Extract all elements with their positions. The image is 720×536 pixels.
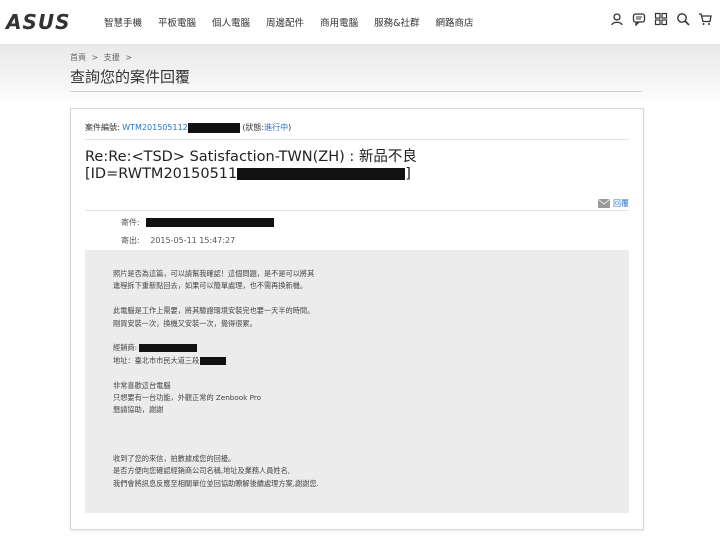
message-line: 經銷商: bbox=[113, 342, 319, 354]
message-line: 照片是否為這篇，可以請幫我確認！這個問題，是不是可以將其 bbox=[113, 269, 315, 278]
compare-icon[interactable] bbox=[654, 12, 668, 26]
message-line: 懇請協助，謝謝 bbox=[113, 405, 164, 415]
nav-item-phones[interactable]: 智慧手機 bbox=[104, 15, 142, 29]
breadcrumb-separator: > bbox=[91, 53, 99, 62]
divider bbox=[85, 210, 629, 211]
message-line: 地址：臺北市市民大道三段 bbox=[113, 355, 319, 367]
from-label: 寄件: bbox=[121, 218, 140, 227]
nav-item-tablets[interactable]: 平板電腦 bbox=[158, 15, 196, 29]
title-divider bbox=[70, 91, 642, 92]
subject-line-1: Re:Re:<TSD> Satisfaction-TWN(ZH) : 新品不良 bbox=[85, 149, 417, 165]
cart-icon[interactable] bbox=[698, 12, 712, 26]
message-line: 收到了您的來信，拍數據成您的回擾。 bbox=[113, 453, 236, 463]
nav-item-accessories[interactable]: 周邊配件 bbox=[266, 15, 304, 29]
case-number[interactable]: WTM201505112 bbox=[122, 123, 188, 132]
redaction-bar bbox=[237, 168, 406, 180]
breadcrumb-support[interactable]: 支援 bbox=[104, 53, 120, 62]
case-status: 進行中 bbox=[264, 123, 289, 132]
message-line: 我們會將訊息反應至相關單位並回協助瞭解後續處理方案,謝謝您. bbox=[113, 478, 319, 488]
main-nav: 智慧手機 平板電腦 個人電腦 周邊配件 商用電腦 服務&社群 網路商店 bbox=[104, 15, 490, 29]
nav-item-pcs[interactable]: 個人電腦 bbox=[212, 15, 250, 29]
divider bbox=[85, 139, 629, 140]
case-info-line: 案件編號: WTM201505112 (狀態:進行中) bbox=[85, 122, 291, 133]
chat-icon[interactable] bbox=[632, 12, 646, 26]
redaction-bar bbox=[187, 122, 240, 133]
subject-line-2: [ID=RWTM20150511] bbox=[85, 166, 411, 183]
message-body: 照片是否為這篇，可以請幫我確認！這個問題，是不是可以將其 進程拆下重新點回去，如… bbox=[85, 250, 629, 513]
case-status-suffix: ) bbox=[288, 123, 292, 132]
address-label: 地址：臺北市市民大道三段 bbox=[113, 355, 200, 365]
message-line: 只想要有一台功能，外觀正常的 Zenbook Pro bbox=[113, 393, 262, 403]
case-card: 案件編號: WTM201505112 (狀態:進行中) Re:Re:<TSD> … bbox=[70, 108, 644, 530]
message-line: 剛買安裝一次，換機又安裝一次，覺得很累。 bbox=[113, 318, 257, 328]
asus-logo[interactable]: ASUS bbox=[6, 10, 71, 34]
nav-item-business[interactable]: 商用電腦 bbox=[320, 15, 358, 29]
sent-label: 寄出: bbox=[121, 236, 140, 245]
nav-item-service-community[interactable]: 服務&社群 bbox=[374, 15, 419, 29]
breadcrumb: 首頁 > 支援 > bbox=[70, 52, 135, 63]
top-navigation-bar: ASUS 智慧手機 平板電腦 個人電腦 周邊配件 商用電腦 服務&社群 網路商店 bbox=[0, 0, 720, 45]
from-row: 寄件: bbox=[121, 217, 275, 228]
subject-id-end: ] bbox=[405, 166, 411, 182]
sent-row: 寄出: 2015-05-11 15:47:27 bbox=[121, 235, 235, 246]
message-text: 照片是否為這篇，可以請幫我確認！這個問題，是不是可以將其 進程拆下重新點回去，如… bbox=[113, 268, 319, 490]
redaction-bar bbox=[139, 344, 197, 353]
breadcrumb-separator: > bbox=[125, 53, 133, 62]
message-line: 進程拆下重新點回去，如果可以簡單處理，也不需再換新機。 bbox=[113, 281, 308, 291]
dealer-label: 經銷商: bbox=[113, 343, 137, 353]
reply-label: 回覆 bbox=[613, 199, 629, 208]
envelope-icon bbox=[598, 199, 610, 208]
page-title: 查詢您的案件回覆 bbox=[70, 68, 191, 86]
sent-timestamp: 2015-05-11 15:47:27 bbox=[150, 236, 236, 245]
case-number-label: 案件編號: bbox=[85, 123, 120, 132]
search-icon[interactable] bbox=[676, 12, 690, 26]
utility-icons bbox=[610, 12, 712, 26]
redaction-bar bbox=[146, 218, 275, 227]
breadcrumb-home[interactable]: 首頁 bbox=[70, 53, 86, 62]
nav-item-store[interactable]: 網路商店 bbox=[436, 15, 474, 29]
subject-id: [ID=RWTM20150511 bbox=[85, 166, 238, 182]
case-status-prefix: (狀態: bbox=[242, 123, 265, 132]
message-line: 是否方便向您確認經銷商公司名稱,地址及業務人員姓名, bbox=[113, 466, 291, 476]
case-subject: Re:Re:<TSD> Satisfaction-TWN(ZH) : 新品不良 … bbox=[85, 149, 625, 183]
message-line: 此電腦是工作上需要，將其驗證環境安裝完也要一天半的時間。 bbox=[113, 306, 315, 316]
message-line: 非常喜歡這台電腦 bbox=[113, 380, 171, 390]
redaction-bar bbox=[200, 356, 227, 365]
reply-button[interactable]: 回覆 bbox=[598, 198, 629, 209]
user-icon[interactable] bbox=[610, 12, 624, 26]
